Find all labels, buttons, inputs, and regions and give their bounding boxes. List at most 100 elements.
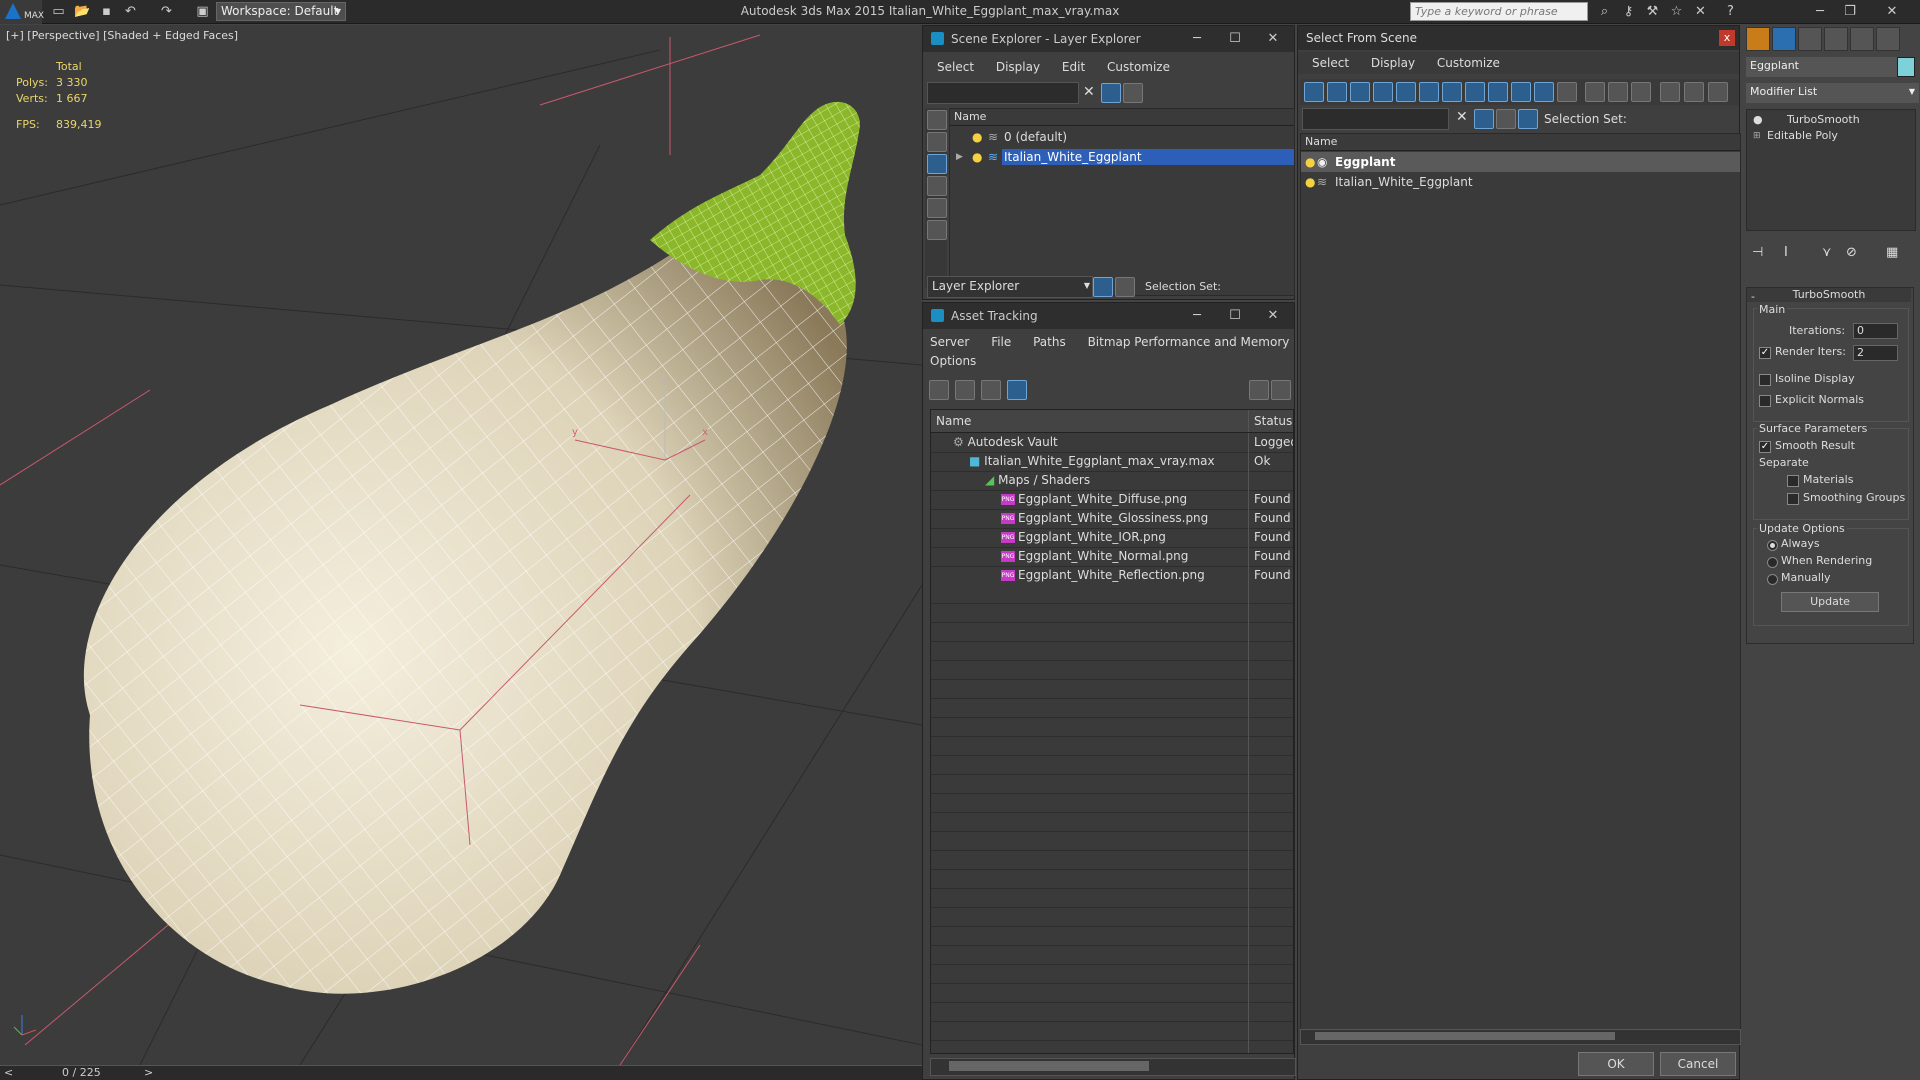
- display-geometry-icon[interactable]: [927, 132, 947, 152]
- column-header-name[interactable]: Name: [936, 410, 971, 432]
- asset-row[interactable]: ⚙ Autodesk Vault Logged: [931, 433, 1293, 453]
- rollout-title[interactable]: TurboSmooth: [1747, 288, 1911, 302]
- layer-filter-icon[interactable]: [1123, 83, 1143, 103]
- modify-tab-icon[interactable]: [1772, 27, 1796, 51]
- maximize-icon[interactable]: ☐: [1218, 26, 1252, 52]
- menu-display[interactable]: Display: [1371, 56, 1415, 70]
- horizontal-scrollbar[interactable]: [1300, 1029, 1741, 1045]
- table-view-icon[interactable]: [1007, 380, 1027, 400]
- list-view-icon[interactable]: [955, 380, 975, 400]
- asset-row[interactable]: ◢ Maps / Shaders: [931, 471, 1293, 491]
- display-frozen-icon[interactable]: [1534, 82, 1554, 102]
- layer-explorer-icon[interactable]: [1093, 277, 1113, 297]
- cancel-button[interactable]: Cancel: [1660, 1052, 1736, 1076]
- select-invert-icon[interactable]: [1631, 82, 1651, 102]
- menu-server[interactable]: Server: [930, 335, 969, 349]
- settings-icon[interactable]: [1271, 380, 1291, 400]
- time-slider[interactable]: < 0 / 225 >: [0, 1065, 922, 1080]
- utilities-tab-icon[interactable]: [1876, 27, 1900, 51]
- remove-modifier-icon[interactable]: ⊘: [1846, 245, 1857, 260]
- display-helpers-icon[interactable]: [1396, 82, 1416, 102]
- asset-tracking-titlebar[interactable]: Asset Tracking ─ ☐ ✕: [923, 303, 1294, 329]
- asset-row[interactable]: PNG Eggplant_White_IOR.png Found: [931, 528, 1293, 548]
- light-bulb-icon[interactable]: ●: [1305, 172, 1315, 192]
- ok-button[interactable]: OK: [1578, 1052, 1654, 1076]
- save-file-icon[interactable]: ▪: [98, 3, 115, 20]
- select-all-icon[interactable]: [1585, 82, 1605, 102]
- pin-stack-icon[interactable]: ⊣: [1752, 245, 1763, 260]
- display-bones-icon[interactable]: [1488, 82, 1508, 102]
- collapse-icon[interactable]: [1708, 82, 1728, 102]
- menu-customize[interactable]: Customize: [1437, 56, 1500, 70]
- filter-funnel-icon[interactable]: [1660, 82, 1680, 102]
- layer-row-eggplant[interactable]: ▶ ● ≋ Italian_White_Eggplant: [950, 147, 1294, 167]
- explorer-type-dropdown[interactable]: Layer Explorer ▼: [927, 276, 1093, 298]
- make-unique-icon[interactable]: ⋎: [1822, 245, 1832, 260]
- light-bulb-icon[interactable]: ●: [972, 127, 982, 147]
- asset-row[interactable]: PNG Eggplant_White_Glossiness.png Found: [931, 509, 1293, 529]
- scene-explorer-titlebar[interactable]: Scene Explorer - Layer Explorer ─ ☐ ✕: [923, 26, 1294, 52]
- menu-customize[interactable]: Customize: [1107, 60, 1170, 74]
- object-color-swatch[interactable]: [1897, 57, 1915, 77]
- display-objects-icon[interactable]: [927, 110, 947, 130]
- clear-search-icon[interactable]: ✕: [1456, 109, 1468, 125]
- minimize-icon[interactable]: ─: [1180, 26, 1214, 52]
- menu-options[interactable]: Options: [930, 354, 976, 368]
- materials-checkbox[interactable]: [1787, 475, 1799, 487]
- time-prev-button[interactable]: <: [4, 1066, 13, 1079]
- close-icon[interactable]: ✕: [1256, 26, 1290, 52]
- show-end-result-icon[interactable]: Ⅰ: [1784, 245, 1788, 260]
- perspective-viewport[interactable]: z y x [+] [Perspective] [Shaded + Edged …: [0, 25, 922, 1065]
- display-geometry-icon[interactable]: [1304, 82, 1324, 102]
- explicit-normals-checkbox[interactable]: [1759, 395, 1771, 407]
- redo-icon[interactable]: ↷: [158, 3, 175, 20]
- select-from-scene-titlebar[interactable]: Select From Scene x: [1298, 26, 1739, 50]
- stack-item-editable-poly[interactable]: ⊞ Editable Poly: [1747, 128, 1913, 144]
- help-icon[interactable]: [1249, 380, 1269, 400]
- stack-item-turbosmooth[interactable]: ● TurboSmooth: [1747, 112, 1913, 128]
- column-header-name[interactable]: Name: [1301, 134, 1740, 151]
- menu-file[interactable]: File: [991, 335, 1011, 349]
- rollout-collapse-icon[interactable]: -: [1751, 290, 1755, 303]
- display-hidden-icon[interactable]: [1557, 82, 1577, 102]
- menu-paths[interactable]: Paths: [1033, 335, 1066, 349]
- filter-icon[interactable]: [1101, 83, 1121, 103]
- menu-display[interactable]: Display: [996, 60, 1040, 74]
- asset-row[interactable]: PNG Eggplant_White_Reflection.png Found: [931, 566, 1293, 586]
- close-icon[interactable]: ✕: [1880, 2, 1904, 22]
- layer-icon[interactable]: [1496, 109, 1516, 129]
- light-bulb-icon[interactable]: ●: [1753, 112, 1763, 128]
- hierarchy-mode-icon[interactable]: [1518, 109, 1538, 129]
- filter-icon[interactable]: [1474, 109, 1494, 129]
- open-file-icon[interactable]: 📂: [74, 3, 91, 20]
- configure-sets-icon[interactable]: ▦: [1886, 245, 1898, 260]
- horizontal-scrollbar[interactable]: [930, 1058, 1296, 1076]
- viewport-label[interactable]: [+] [Perspective] [Shaded + Edged Faces]: [6, 29, 238, 42]
- render-iters-checkbox[interactable]: ✓: [1759, 347, 1771, 359]
- display-shapes-icon[interactable]: [927, 154, 947, 174]
- asset-row[interactable]: PNG Eggplant_White_Normal.png Found: [931, 547, 1293, 567]
- search-input[interactable]: Type a keyword or phrase: [1410, 2, 1588, 21]
- hierarchy-icon[interactable]: [1684, 82, 1704, 102]
- object-row-selected[interactable]: ● ◉ Eggplant: [1301, 152, 1740, 172]
- display-xrefs-icon[interactable]: [1465, 82, 1485, 102]
- create-tab-icon[interactable]: [1746, 27, 1770, 51]
- project-folder-icon[interactable]: ▣: [194, 3, 211, 20]
- select-none-icon[interactable]: [1608, 82, 1628, 102]
- key-icon[interactable]: ⚷: [1620, 3, 1637, 20]
- modifier-list-dropdown[interactable]: Modifier List ▼: [1746, 83, 1919, 103]
- display-shapes-icon[interactable]: [1327, 82, 1347, 102]
- thumbnail-view-icon[interactable]: [981, 380, 1001, 400]
- minimize-icon[interactable]: ─: [1180, 303, 1214, 329]
- motion-tab-icon[interactable]: [1824, 27, 1848, 51]
- display-cameras-icon[interactable]: [927, 198, 947, 218]
- maximize-icon[interactable]: ☐: [1218, 303, 1252, 329]
- menu-select[interactable]: Select: [937, 60, 974, 74]
- display-lights-icon[interactable]: [927, 176, 947, 196]
- isoline-display-checkbox[interactable]: [1759, 374, 1771, 386]
- clear-search-icon[interactable]: ✕: [1083, 84, 1095, 100]
- always-radio[interactable]: [1767, 540, 1778, 551]
- new-file-icon[interactable]: ▭: [50, 3, 67, 20]
- exchange-icon[interactable]: ⚒: [1644, 3, 1661, 20]
- menu-bitmap-performance[interactable]: Bitmap Performance and Memory: [1088, 335, 1290, 349]
